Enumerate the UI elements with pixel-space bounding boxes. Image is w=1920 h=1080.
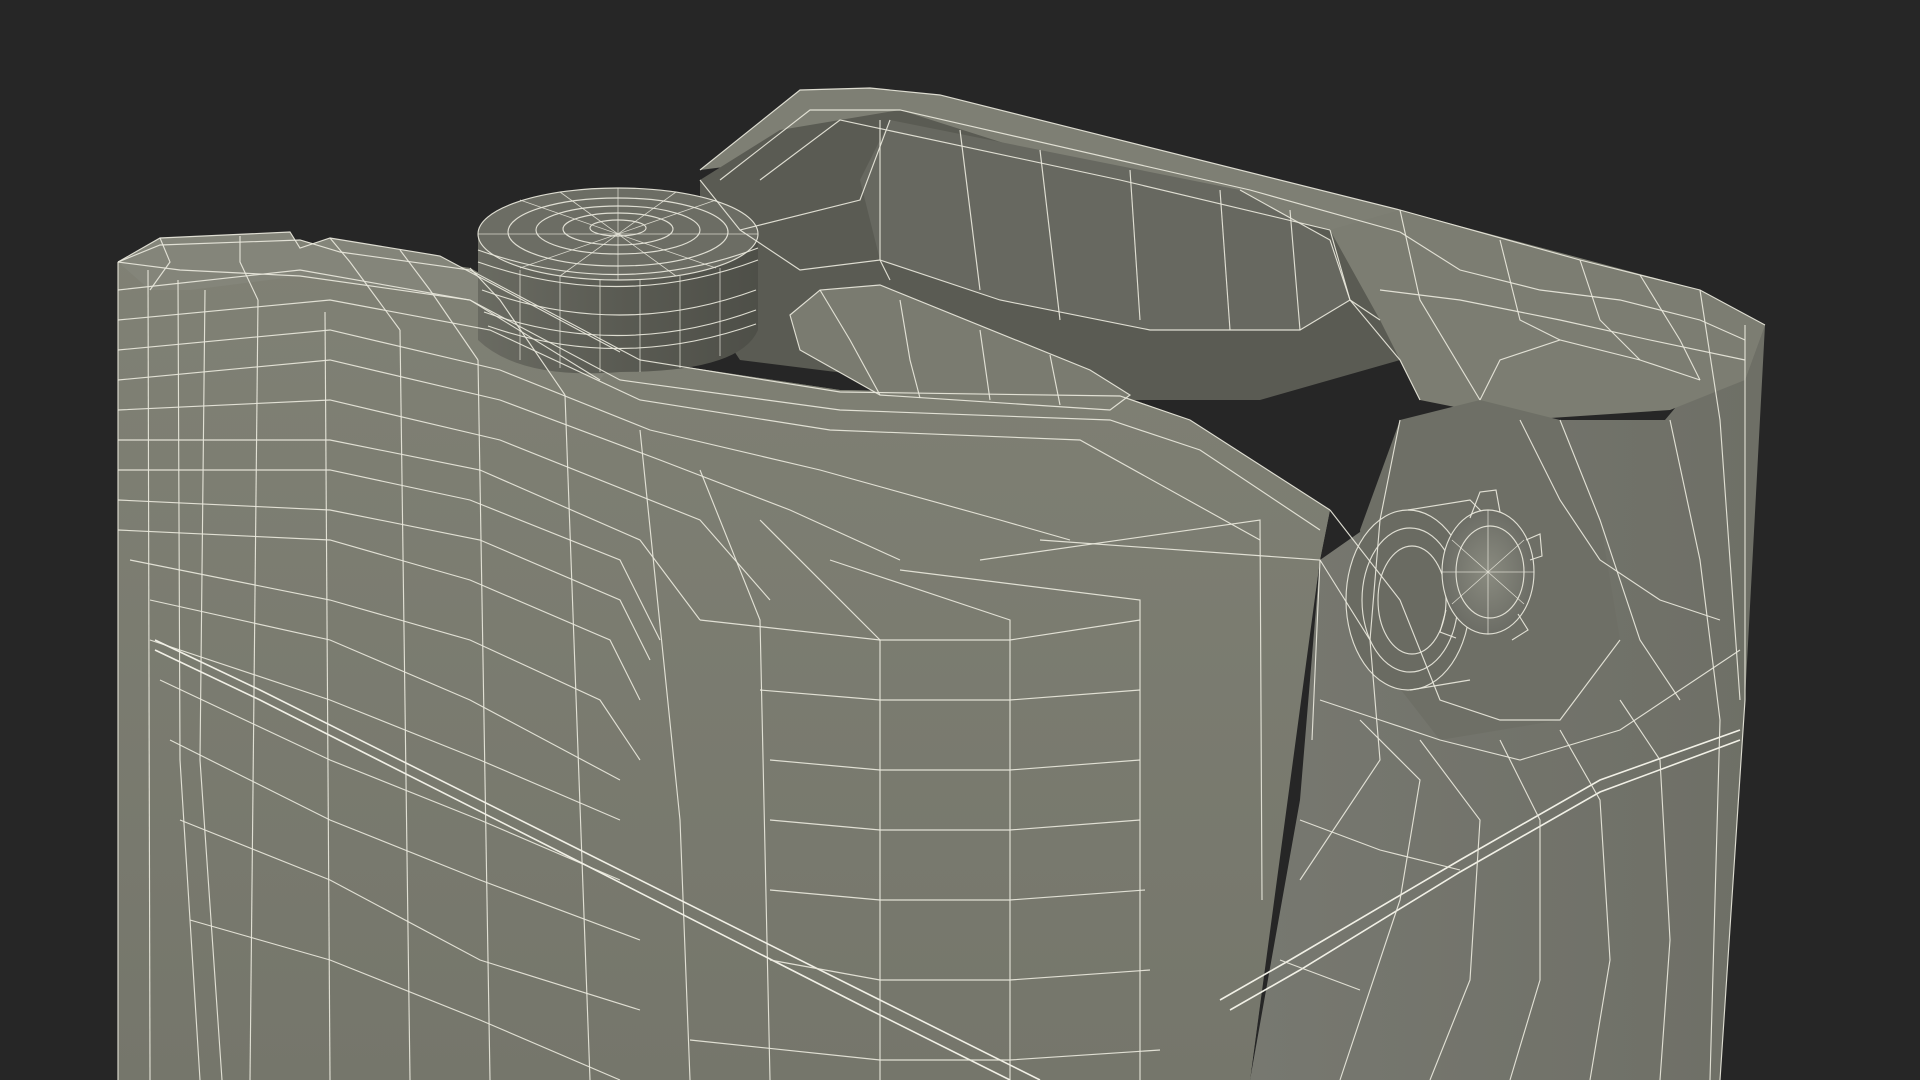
render-viewport: [0, 0, 1920, 1080]
can-shoulder-right: [1330, 210, 1765, 420]
screw-cap-icon: [477, 187, 759, 374]
wireframe-render: [117, 87, 1766, 1080]
